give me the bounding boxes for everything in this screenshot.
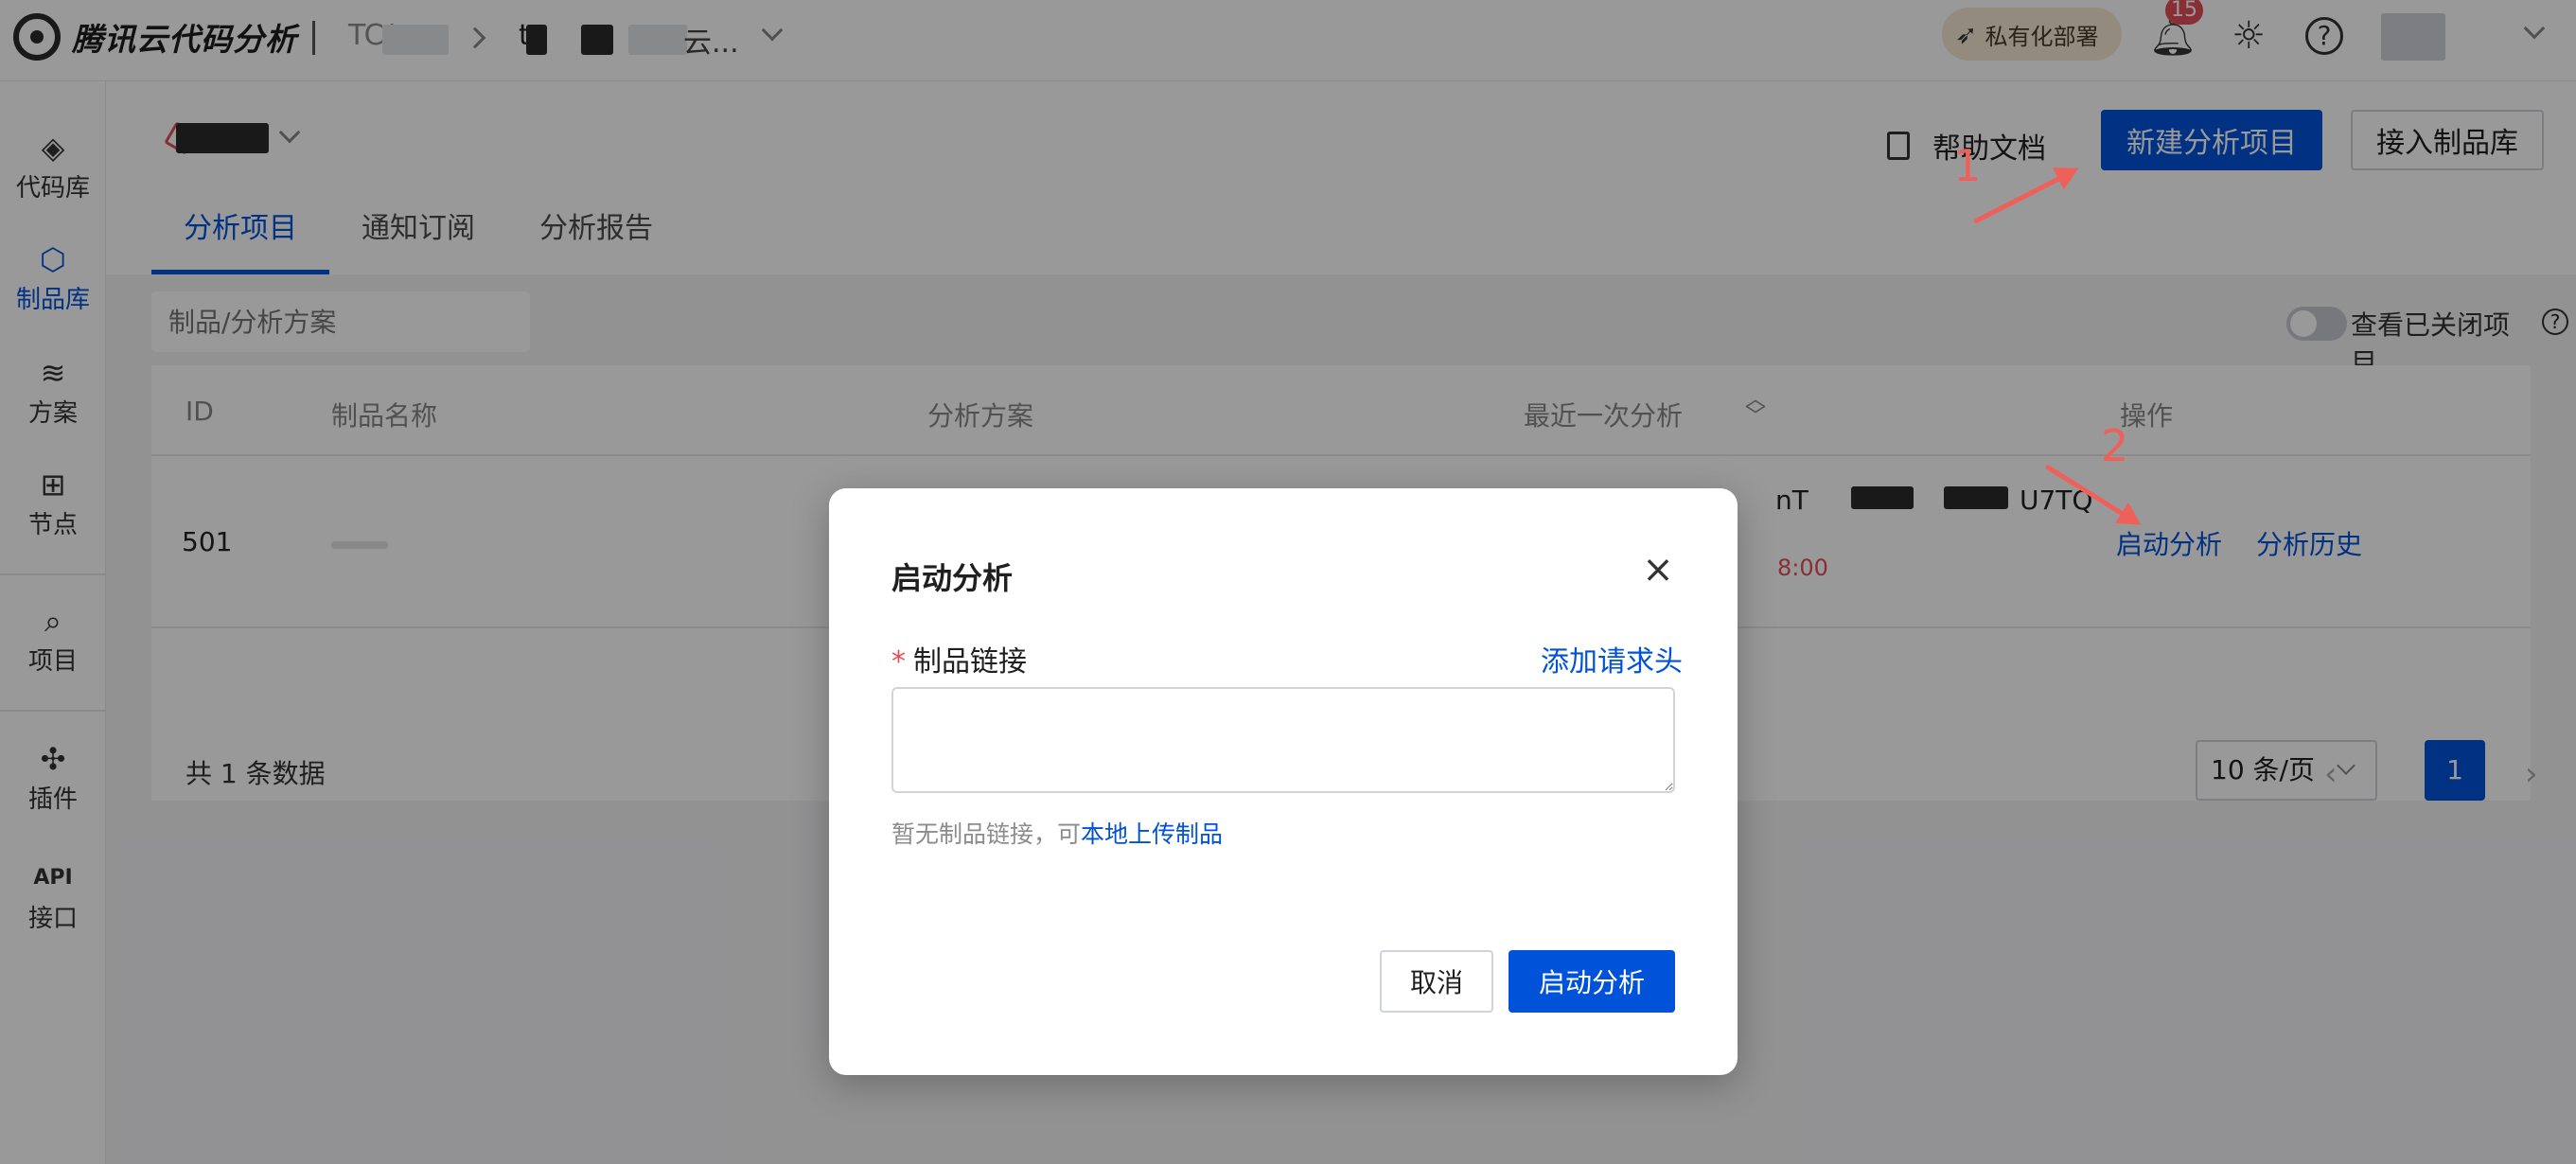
artifact-link-textarea[interactable] [891, 687, 1675, 793]
start-analysis-button[interactable]: 启动分析 [1509, 950, 1675, 1013]
add-request-header-link[interactable]: 添加请求头 [1541, 638, 1683, 679]
artifact-link-label-text: 制品链接 [913, 645, 1027, 679]
start-analysis-dialog: 启动分析 × * 制品链接 添加请求头 暂无制品链接，可本地上传制品 取消 启动分… [829, 488, 1738, 1075]
annotation-number-2: 2 [2101, 420, 2129, 471]
artifact-link-label: * 制品链接 [891, 638, 1027, 679]
required-mark: * [891, 645, 906, 679]
artifact-link-hint: 暂无制品链接，可本地上传制品 [891, 816, 1223, 850]
hint-text: 暂无制品链接，可 [891, 820, 1082, 848]
dialog-title: 启动分析 [891, 560, 1014, 596]
close-icon[interactable]: × [1639, 551, 1677, 591]
cancel-button[interactable]: 取消 [1380, 950, 1493, 1013]
local-upload-link[interactable]: 本地上传制品 [1081, 820, 1223, 848]
annotation-number-1: 1 [1953, 140, 1982, 191]
